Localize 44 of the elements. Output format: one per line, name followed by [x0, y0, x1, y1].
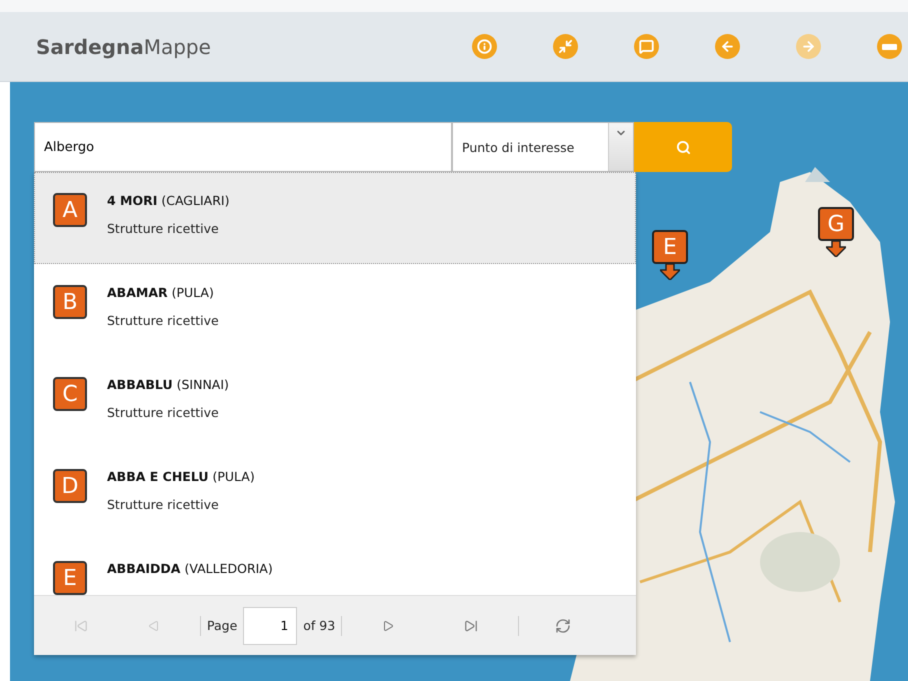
refresh-button[interactable]: [555, 618, 572, 634]
toolbar-button[interactable]: [472, 34, 497, 59]
result-category: Strutture ricettive: [107, 221, 220, 236]
last-page-icon: [464, 618, 478, 632]
letter-marker: D: [53, 469, 87, 503]
page-count: of 93: [303, 618, 336, 633]
previous-icon: [148, 620, 160, 632]
result-item[interactable]: C ABBABLU (SINNAI) Strutture ricettive: [34, 356, 636, 448]
result-title: ABBA E CHELU (PULA): [107, 469, 255, 484]
result-category: Strutture ricettive: [107, 313, 219, 328]
letter-marker: A: [53, 193, 87, 227]
toolbar-button[interactable]: [553, 34, 578, 59]
result-category: Strutture ricettive: [107, 405, 220, 420]
result-title: ABAMAR (PULA): [107, 285, 215, 300]
category-dropdown[interactable]: Punto di interesse: [452, 122, 634, 172]
result-category: Strutture ricettive: [107, 497, 220, 512]
search-icon: [676, 140, 690, 154]
refresh-icon: [555, 618, 572, 634]
down-arrow-icon: [660, 264, 680, 280]
letter-marker: C: [53, 377, 87, 411]
letter-marker: E: [53, 561, 87, 595]
first-page-icon: [74, 618, 88, 632]
toolbar-button[interactable]: [877, 34, 902, 59]
page-label: Page: [207, 618, 238, 633]
result-title: 4 MORI (CAGLIARI): [107, 193, 230, 208]
next-page-button[interactable]: [382, 620, 394, 632]
result-item[interactable]: A 4 MORI (CAGLIARI) Strutture ricettive: [34, 172, 636, 264]
search-field[interactable]: Albergo: [34, 122, 452, 172]
logo: SardegnaMappe: [36, 34, 212, 58]
toolbar-button[interactable]: [715, 34, 740, 59]
info-icon: [477, 39, 492, 54]
page-field[interactable]: 1: [243, 606, 298, 644]
result-title: ABBABLU (SINNAI): [107, 377, 229, 392]
toolbar-button[interactable]: [634, 34, 659, 59]
next-icon: [382, 620, 394, 632]
down-arrow-icon: [826, 241, 846, 257]
right-arrow-icon: [801, 39, 816, 54]
letter-marker: B: [53, 285, 87, 319]
result-title: ABBAIDDA (VALLEDORIA): [107, 561, 273, 576]
result-item[interactable]: D ABBA E CHELU (PULA) Strutture ricettive: [34, 448, 636, 540]
speech-bubble-icon: [639, 39, 654, 54]
result-item[interactable]: B ABAMAR (PULA) Strutture ricettive: [34, 264, 636, 356]
last-page-button[interactable]: [464, 618, 478, 632]
result-item[interactable]: E ABBAIDDA (VALLEDORIA): [34, 540, 636, 595]
